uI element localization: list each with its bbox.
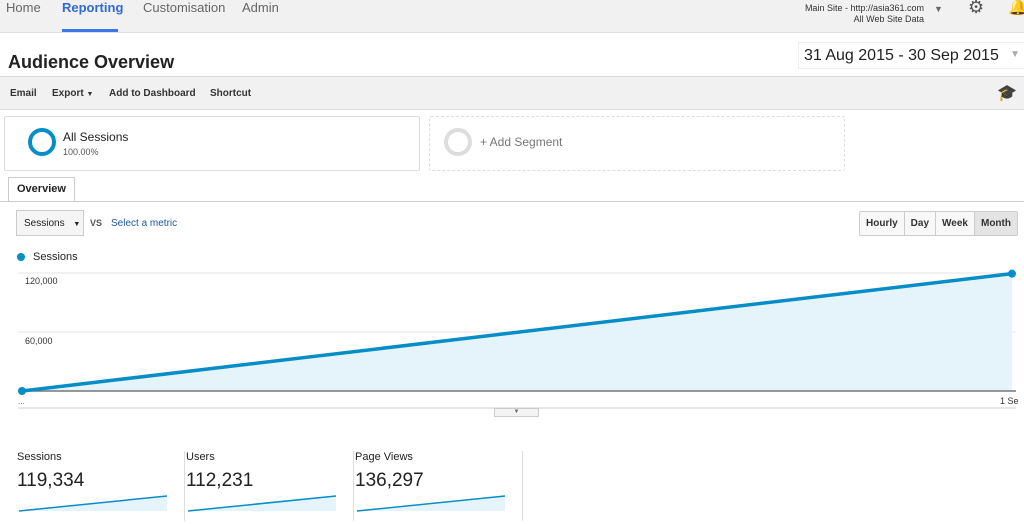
metric-page-views: Page Views 136,297 [355, 451, 523, 521]
date-range-text: 31 Aug 2015 - 30 Sep 2015 [804, 47, 999, 64]
vs-label: VS [90, 218, 103, 228]
data-point[interactable] [18, 387, 26, 395]
page-title: Audience Overview [8, 52, 175, 72]
shortcut-button[interactable]: Shortcut [210, 88, 251, 99]
segment-ring-icon [28, 128, 56, 156]
account-selector[interactable]: Main Site - http://asia361.com All Web Si… [805, 3, 924, 25]
tab-overview[interactable]: Overview [8, 177, 75, 202]
metric-sessions: Sessions 119,334 [17, 451, 185, 521]
caret-down-icon[interactable]: ▼ [934, 4, 943, 14]
graduation-cap-icon[interactable]: 🎓 [997, 83, 1017, 103]
add-segment-label: + Add Segment [480, 135, 563, 149]
email-button[interactable]: Email [10, 88, 37, 99]
ytick-120000: 120,000 [25, 276, 58, 286]
bell-icon[interactable]: 🔔 [1008, 0, 1024, 17]
chart-expand-handle[interactable]: ▼ [494, 408, 539, 417]
week-button[interactable]: Week [936, 212, 975, 235]
sparkline [187, 495, 337, 512]
granularity-buttons: Hourly Day Week Month [859, 211, 1018, 236]
gear-icon[interactable]: ⚙ [968, 0, 984, 18]
caret-down-icon: ▼ [73, 221, 81, 228]
caret-down-icon: ▼ [86, 91, 94, 98]
select-metric-link[interactable]: Select a metric [111, 218, 177, 229]
day-button[interactable]: Day [904, 212, 937, 235]
data-point[interactable] [1008, 269, 1016, 278]
nav-admin[interactable]: Admin [242, 0, 279, 15]
segment-percent: 100.00% [63, 147, 99, 157]
caret-down-icon: ▼ [1010, 49, 1020, 60]
nav-home[interactable]: Home [6, 0, 41, 15]
xtick-end: 1 Se [1000, 396, 1019, 406]
legend-dot [17, 253, 25, 261]
segment-all-sessions[interactable]: All Sessions 100.00% [4, 116, 420, 171]
metric-value: 136,297 [355, 470, 424, 491]
metric-value: 119,334 [17, 470, 85, 491]
tab-divider [0, 201, 1024, 202]
metric-users: Users 112,231 [186, 451, 354, 521]
metric-label: Users [186, 451, 215, 463]
metric-select-value: Sessions [24, 218, 65, 229]
site-name: Main Site - http://asia361.com [804, 3, 924, 13]
export-button[interactable]: Export ▼ [52, 88, 93, 99]
metric-label: Page Views [355, 451, 413, 463]
nav-reporting[interactable]: Reporting [62, 0, 123, 15]
date-range-picker[interactable]: 31 Aug 2015 - 30 Sep 2015 ▼ [798, 42, 1024, 69]
toolbar: Email Export ▼ Add to Dashboard Shortcut… [0, 76, 1024, 110]
add-to-dashboard-button[interactable]: Add to Dashboard [109, 88, 196, 99]
sparkline [18, 495, 168, 512]
view-name: All Web Site Data [853, 14, 924, 24]
xtick-start: ... [18, 397, 25, 406]
nav-customisation[interactable]: Customisation [143, 0, 225, 15]
ytick-60000: 60,000 [25, 336, 53, 346]
segment-name: All Sessions [63, 130, 129, 144]
hourly-button[interactable]: Hourly [860, 212, 905, 235]
legend-sessions: Sessions [33, 251, 78, 263]
segment-ring-icon [444, 128, 472, 156]
active-tab-indicator [62, 29, 118, 32]
sparkline [356, 495, 506, 512]
sessions-chart: 120,000 60,000 ... 1 Se [18, 269, 1019, 409]
export-label: Export [52, 88, 84, 99]
metric-value: 112,231 [186, 470, 254, 491]
month-button[interactable]: Month [974, 212, 1017, 235]
top-nav: Home Reporting Customisation Admin Main … [0, 0, 1024, 33]
metric-select[interactable]: Sessions ▼ [16, 210, 84, 236]
add-segment-button[interactable]: + Add Segment [429, 116, 845, 171]
metric-label: Sessions [17, 451, 62, 463]
